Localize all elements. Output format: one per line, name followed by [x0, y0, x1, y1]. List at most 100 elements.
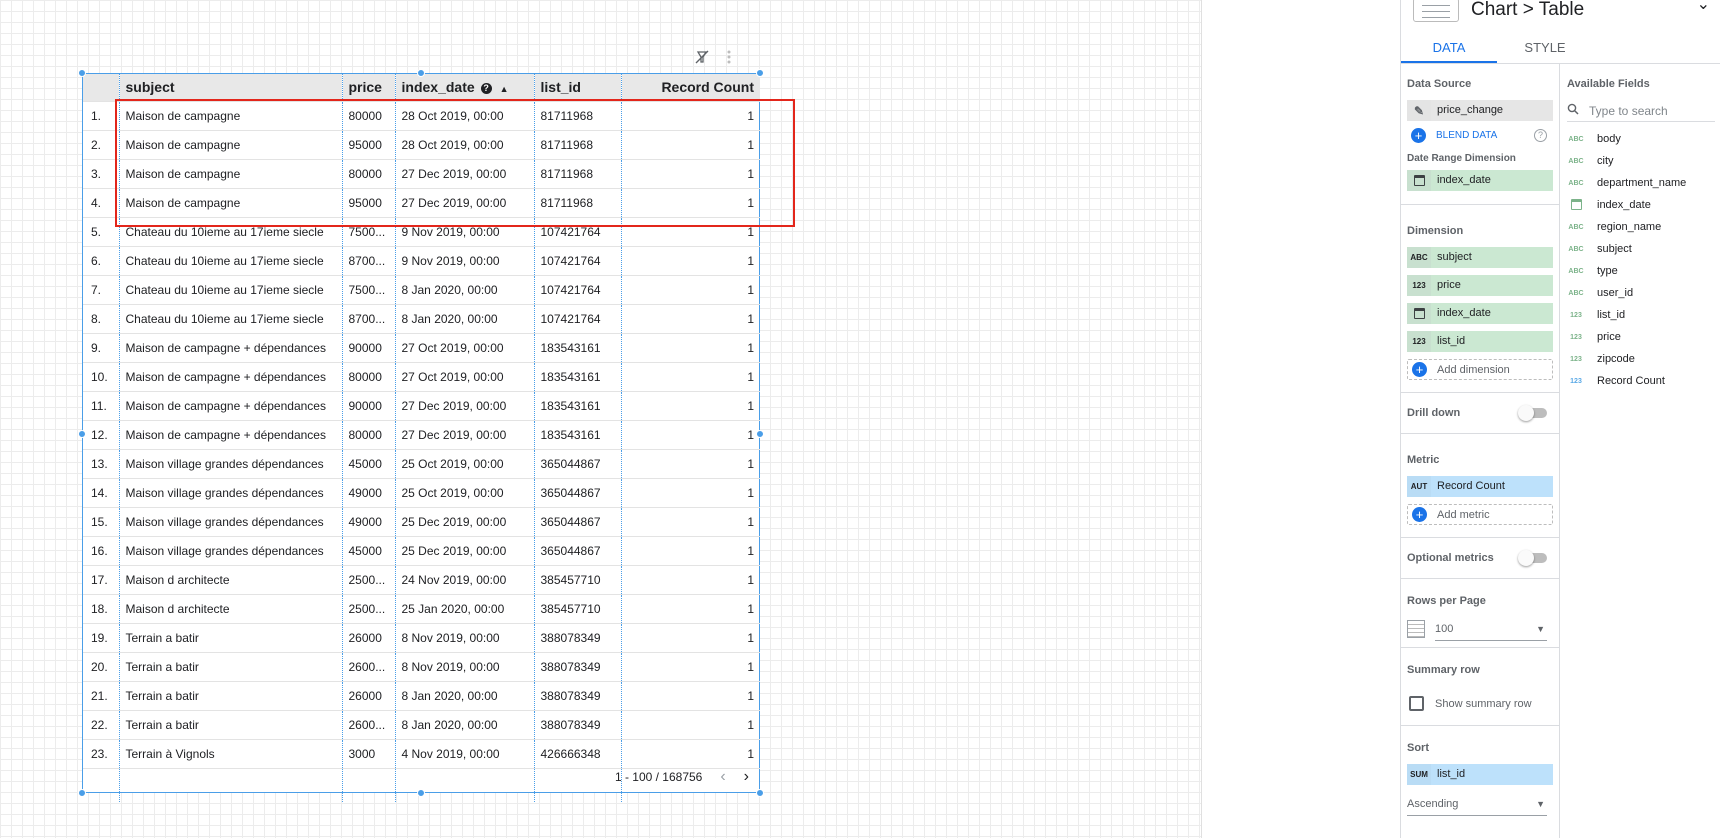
resize-handle[interactable] [756, 69, 764, 77]
chevron-down-icon[interactable]: ⌄ [1697, 0, 1710, 14]
table-row[interactable]: 6. Chateau du 10ieme au 17ieme siecle 8700… [83, 245, 760, 275]
blend-data-button[interactable]: + BLEND DATA ? [1411, 128, 1553, 143]
cell-rownum: 22. [83, 709, 120, 739]
dimension-chip[interactable]: index_date [1407, 303, 1553, 324]
rows-per-page-select[interactable]: 100 ▼ [1407, 617, 1553, 641]
table-row[interactable]: 22. Terrain a batir 2600... 8 Jan 2020, 00:… [83, 709, 760, 739]
cell-subject: Terrain à Vignols [119, 738, 343, 768]
add-dimension-button[interactable]: + Add dimension [1407, 359, 1553, 380]
add-icon: + [1412, 362, 1427, 377]
column-header-list-id[interactable]: list_id [534, 74, 622, 101]
sort-order-select[interactable]: Ascending ▼ [1407, 792, 1553, 816]
aggregation-tag[interactable]: SUM [1407, 764, 1431, 785]
resize-handle[interactable] [756, 789, 764, 797]
available-field[interactable]: ABC subject [1561, 238, 1720, 260]
available-field[interactable]: 123 list_id [1561, 304, 1720, 326]
table-row[interactable]: 3. Maison de campagne 80000 27 Dec 2019, 00… [83, 158, 760, 188]
dimension-chip[interactable]: 123 price [1407, 275, 1553, 296]
cross-filter-off-icon[interactable] [695, 50, 709, 64]
table-row[interactable]: 17. Maison d architecte 2500... 24 Nov 2019… [83, 564, 760, 594]
table-row[interactable]: 16. Maison village grandes dépendances 450… [83, 535, 760, 565]
resize-handle[interactable] [78, 789, 86, 797]
available-field[interactable]: index_date [1561, 194, 1720, 216]
resize-handle[interactable] [78, 430, 86, 438]
cell-rownum: 6. [83, 245, 120, 275]
cell-price: 8700... [342, 303, 396, 333]
available-field[interactable]: 123 price [1561, 326, 1720, 348]
cell-rownum: 13. [83, 448, 120, 478]
optional-metrics-toggle[interactable] [1518, 550, 1547, 566]
column-header-subject[interactable]: subject [119, 74, 343, 101]
cell-index-date: 27 Oct 2019, 00:00 [395, 361, 535, 391]
more-vert-icon[interactable] [727, 50, 731, 64]
available-field[interactable]: ABC body [1561, 128, 1720, 150]
cell-rownum: 23. [83, 738, 120, 768]
table-row[interactable]: 8. Chateau du 10ieme au 17ieme siecle 8700… [83, 303, 760, 333]
table-row[interactable]: 9. Maison de campagne + dépendances 90000 2… [83, 332, 760, 362]
table-row[interactable]: 14. Maison village grandes dépendances 490… [83, 477, 760, 507]
column-header-record-count[interactable]: Record Count [621, 74, 760, 101]
table-chart[interactable]: subject price index_date? ▲ list_id Recor… [82, 73, 760, 802]
table-row[interactable]: 1. Maison de campagne 80000 28 Oct 2019, 00… [83, 100, 760, 130]
available-field[interactable]: 123 Record Count [1561, 370, 1720, 392]
available-field[interactable]: ABC region_name [1561, 216, 1720, 238]
sort-ascending-icon[interactable]: ▲ [500, 84, 509, 94]
table-row[interactable]: 12. Maison de campagne + dépendances 80000… [83, 419, 760, 449]
table-row[interactable]: 4. Maison de campagne 95000 27 Dec 2019, 00… [83, 187, 760, 217]
table-row[interactable]: 20. Terrain a batir 2600... 8 Nov 2019, 00:… [83, 651, 760, 681]
resize-handle[interactable] [417, 69, 425, 77]
cell-subject: Chateau du 10ieme au 17ieme siecle [119, 216, 343, 246]
available-field[interactable]: ABC department_name [1561, 172, 1720, 194]
cell-rownum: 8. [83, 303, 120, 333]
help-icon[interactable]: ? [480, 83, 492, 95]
cell-subject: Maison village grandes dépendances [119, 506, 343, 536]
metric-chip[interactable]: AUT Record Count [1407, 476, 1553, 497]
table-row[interactable]: 2. Maison de campagne 95000 28 Oct 2019, 00… [83, 129, 760, 159]
column-header-price[interactable]: price [342, 74, 396, 101]
table-row[interactable]: 11. Maison de campagne + dépendances 90000… [83, 390, 760, 420]
field-name: Record Count [1597, 375, 1665, 387]
column-header-index-date[interactable]: index_date? ▲ [395, 74, 535, 101]
available-field[interactable]: ABC type [1561, 260, 1720, 282]
table-row[interactable]: 13. Maison village grandes dépendances 450… [83, 448, 760, 478]
table-row[interactable]: 19. Terrain a batir 26000 8 Nov 2019, 00:00… [83, 622, 760, 652]
table-chart-icon[interactable] [1413, 0, 1459, 22]
tab-data[interactable]: DATA [1401, 31, 1497, 63]
table-row[interactable]: 10. Maison de campagne + dépendances 80000… [83, 361, 760, 391]
add-metric-button[interactable]: + Add metric [1407, 504, 1553, 525]
table-row[interactable]: 5. Chateau du 10ieme au 17ieme siecle 7500… [83, 216, 760, 246]
cell-price: 95000 [342, 187, 396, 217]
prev-page-icon[interactable]: ‹ [720, 768, 725, 786]
date-range-chip[interactable]: index_date [1407, 170, 1553, 191]
dimension-chip[interactable]: 123 list_id [1407, 331, 1553, 352]
data-source-chip[interactable]: ✎ price_change [1407, 100, 1553, 121]
tab-style[interactable]: STYLE [1497, 31, 1593, 63]
available-field[interactable]: ABC user_id [1561, 282, 1720, 304]
table-row[interactable]: 23. Terrain à Vignols 3000 4 Nov 2019, 00:0… [83, 738, 760, 768]
help-icon[interactable]: ? [1534, 129, 1547, 142]
edit-pencil-icon[interactable]: ✎ [1407, 100, 1431, 121]
table-row[interactable]: 18. Maison d architecte 2500... 25 Jan 2020… [83, 593, 760, 623]
field-search[interactable]: Type to search [1567, 100, 1715, 122]
drill-down-toggle[interactable] [1518, 405, 1547, 421]
next-page-icon[interactable]: › [744, 768, 749, 786]
cell-record-count: 1 [621, 216, 760, 246]
metric-section: Metric AUT Record Count + Add metric [1401, 434, 1559, 538]
resize-handle[interactable] [417, 789, 425, 797]
table-row[interactable]: 15. Maison village grandes dépendances 490… [83, 506, 760, 536]
cell-record-count: 1 [621, 477, 760, 507]
cell-subject: Terrain a batir [119, 651, 343, 681]
resize-handle[interactable] [78, 69, 86, 77]
available-field[interactable]: 123 zipcode [1561, 348, 1720, 370]
table-row[interactable]: 21. Terrain a batir 26000 8 Jan 2020, 00:00… [83, 680, 760, 710]
cell-list-id: 81711968 [534, 100, 622, 130]
show-summary-checkbox[interactable] [1409, 696, 1424, 711]
resize-handle[interactable] [756, 430, 764, 438]
table-row[interactable]: 7. Chateau du 10ieme au 17ieme siecle 7500… [83, 274, 760, 304]
aggregation-tag[interactable]: AUT [1407, 476, 1431, 497]
dimension-chip[interactable]: ABC subject [1407, 247, 1553, 268]
sort-chip[interactable]: SUM list_id [1407, 764, 1553, 785]
cell-rownum: 11. [83, 390, 120, 420]
cell-rownum: 9. [83, 332, 120, 362]
available-field[interactable]: ABC city [1561, 150, 1720, 172]
